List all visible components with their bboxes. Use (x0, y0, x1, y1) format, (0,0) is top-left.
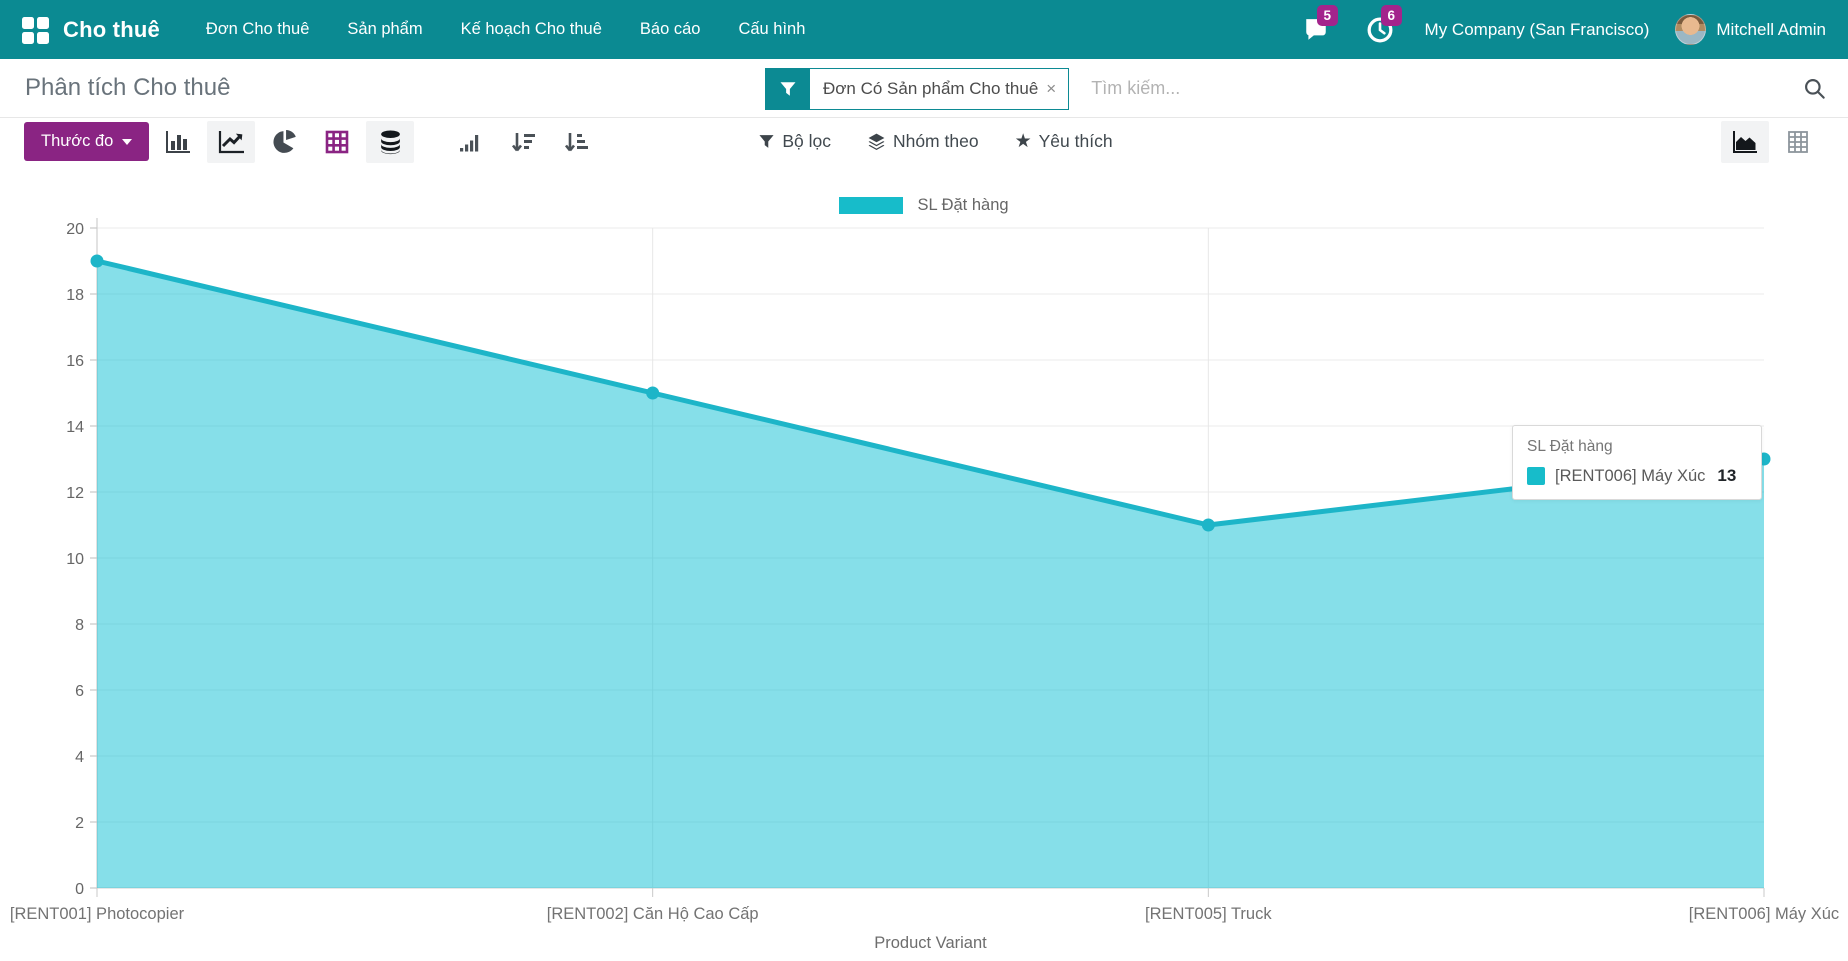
caret-down-icon (122, 139, 132, 145)
tooltip-label: [RENT006] Máy Xúc (1555, 467, 1705, 486)
pivot-table-icon (1786, 130, 1810, 154)
menu-configuration[interactable]: Cấu hình (719, 0, 824, 59)
sort-ascending-button[interactable] (552, 121, 600, 163)
app-name[interactable]: Cho thuê (63, 17, 160, 43)
svg-text:[RENT002] Căn Hộ Cao Cấp: [RENT002] Căn Hộ Cao Cấp (547, 905, 759, 923)
user-menu[interactable]: Mitchell Admin (1716, 20, 1826, 40)
search-options: Bộ lọc Nhóm theo ★ Yêu thích (758, 130, 1148, 153)
favorites-button[interactable]: ★ Yêu thích (1015, 130, 1113, 153)
svg-text:18: 18 (66, 287, 84, 304)
chart-legend[interactable]: SL Đặt hàng (0, 165, 1848, 217)
pie-chart-icon (272, 129, 297, 154)
facet-label: Đơn Có Sản phẩm Cho thuê (810, 69, 1044, 109)
svg-text:[RENT005] Truck: [RENT005] Truck (1145, 905, 1272, 923)
area-chart-icon (1732, 130, 1758, 154)
funnel-icon (779, 80, 797, 98)
svg-text:[RENT006] Máy Xúc: [RENT006] Máy Xúc (1689, 905, 1839, 923)
svg-text:Product Variant: Product Variant (874, 934, 987, 952)
graph-view-button[interactable] (1721, 121, 1769, 163)
svg-text:2: 2 (75, 815, 84, 832)
table-grid-icon (325, 130, 349, 154)
svg-text:16: 16 (66, 353, 84, 370)
activities-menu[interactable]: 6 (1363, 13, 1397, 47)
tooltip-swatch (1527, 467, 1545, 485)
sort-ascending-icon (564, 130, 589, 154)
line-chart-icon (218, 130, 245, 154)
cumulative-button[interactable] (446, 121, 494, 163)
avatar[interactable] (1675, 14, 1706, 45)
stacked-layers-icon (378, 129, 403, 155)
filters-button[interactable]: Bộ lọc (758, 131, 831, 152)
legend-label: SL Đặt hàng (917, 197, 1008, 214)
search-input[interactable] (1091, 78, 1802, 99)
line-chart-button[interactable] (207, 121, 255, 163)
pie-chart-button[interactable] (260, 121, 308, 163)
top-navbar: Cho thuê Đơn Cho thuê Sản phẩm Kế hoạch … (0, 0, 1848, 59)
svg-text:10: 10 (66, 551, 84, 568)
svg-text:14: 14 (66, 419, 84, 436)
measures-button[interactable]: Thước đo (24, 122, 149, 161)
search-icon[interactable] (1802, 76, 1828, 102)
menu-reporting[interactable]: Báo cáo (621, 0, 720, 59)
pivot-view-button[interactable] (1774, 121, 1822, 163)
menu-rental-schedule[interactable]: Kế hoạch Cho thuê (442, 0, 621, 59)
tooltip-title: SL Đặt hàng (1527, 438, 1747, 456)
stacked-toggle-button[interactable] (366, 121, 414, 163)
control-panel: Phân tích Cho thuê Đơn Có Sản phẩm Cho t… (0, 59, 1848, 118)
spreadsheet-button[interactable] (313, 121, 361, 163)
bar-chart-button[interactable] (154, 121, 202, 163)
chart-area: SL Đặt hàng 0 2 4 6 8 10 12 14 16 18 20 [RENT001] P… (0, 165, 1848, 961)
facet-remove-icon[interactable]: × (1044, 69, 1068, 109)
groupby-button[interactable]: Nhóm theo (867, 131, 979, 152)
view-switcher (1711, 121, 1822, 163)
svg-text:8: 8 (75, 617, 84, 634)
sort-descending-icon (511, 130, 536, 154)
legend-swatch (839, 197, 903, 214)
favorites-label: Yêu thích (1039, 131, 1113, 152)
bar-chart-icon (165, 130, 191, 154)
svg-text:[RENT001] Photocopier: [RENT001] Photocopier (10, 905, 185, 923)
chart-tooltip: SL Đặt hàng [RENT006] Máy Xúc 13 (1512, 425, 1762, 500)
layers-icon (867, 132, 886, 151)
company-switcher[interactable]: My Company (San Francisco) (1425, 20, 1650, 40)
activities-badge: 6 (1381, 5, 1403, 27)
messages-menu[interactable]: 5 (1299, 13, 1333, 47)
facet-filter-block (766, 69, 810, 109)
groupby-label: Nhóm theo (893, 131, 979, 152)
sort-descending-button[interactable] (499, 121, 547, 163)
svg-text:0: 0 (75, 881, 84, 898)
page-title: Phân tích Cho thuê (25, 74, 230, 102)
svg-text:20: 20 (66, 221, 84, 238)
svg-text:6: 6 (75, 683, 84, 700)
measures-label: Thước đo (41, 132, 113, 151)
funnel-icon (758, 133, 775, 150)
search-bar: Đơn Có Sản phẩm Cho thuê × (748, 59, 1848, 118)
menu-products[interactable]: Sản phẩm (328, 0, 441, 59)
menu-rental-orders[interactable]: Đơn Cho thuê (187, 0, 328, 59)
svg-text:4: 4 (75, 749, 84, 766)
chart-canvas[interactable]: 0 2 4 6 8 10 12 14 16 18 20 [RENT001] Photocopier [R… (0, 217, 1848, 961)
ascending-bars-icon (458, 130, 482, 154)
tooltip-value: 13 (1717, 466, 1736, 486)
apps-menu-icon[interactable] (22, 17, 48, 43)
svg-text:12: 12 (66, 485, 84, 502)
search-facet[interactable]: Đơn Có Sản phẩm Cho thuê × (765, 68, 1069, 110)
main-menu: Đơn Cho thuê Sản phẩm Kế hoạch Cho thuê … (187, 0, 824, 59)
star-icon: ★ (1015, 130, 1032, 153)
messages-badge: 5 (1317, 5, 1339, 27)
graph-toolbar: Thước đo (0, 118, 1848, 165)
filters-label: Bộ lọc (782, 131, 831, 152)
